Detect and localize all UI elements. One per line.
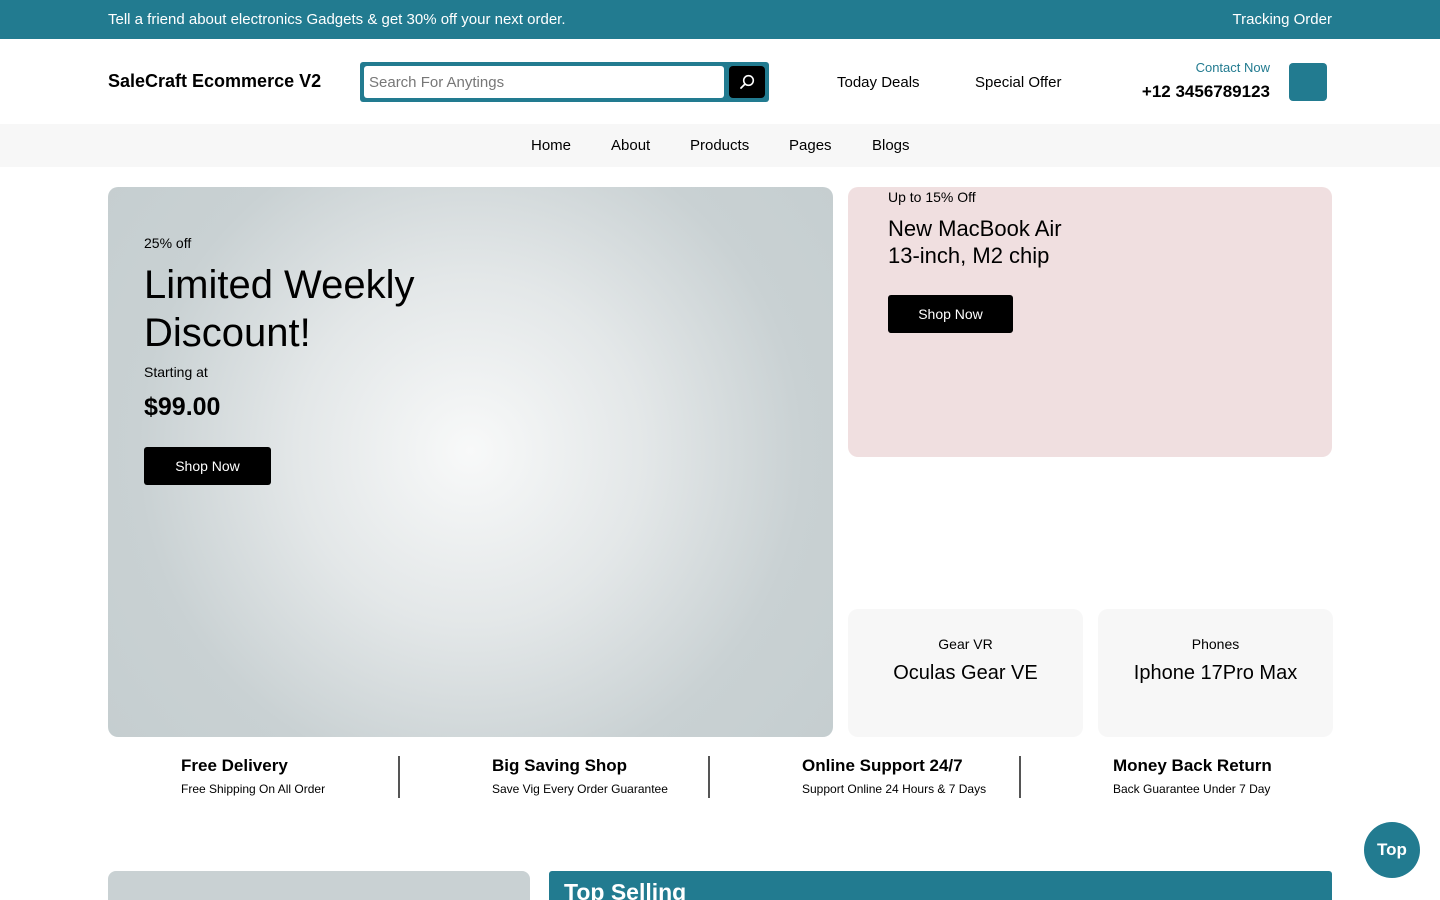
contact-label: Contact Now (1195, 60, 1270, 75)
hero-banner: 25% off Limited Weekly Discount! Startin… (108, 187, 833, 737)
product-name: Oculas Gear VE (893, 662, 1038, 684)
special-offer-link[interactable]: Special Offer (975, 74, 1061, 91)
feature-subtitle: Free Shipping On All Order (181, 782, 326, 796)
promo-title: New MacBook Air 13-inch, M2 chip (888, 215, 1062, 269)
scroll-top-button[interactable]: Top (1364, 822, 1420, 878)
hero-starting-label: Starting at (144, 364, 208, 380)
today-deals-link[interactable]: Today Deals (837, 74, 920, 91)
hero-shop-now-button[interactable]: Shop Now (144, 447, 271, 485)
hero-discount: 25% off (144, 235, 192, 251)
product-category: Gear VR (938, 636, 993, 652)
feature-online-support: Online Support 24/7 Support Online 24 Ho… (802, 756, 986, 798)
search-input[interactable] (364, 66, 724, 98)
product-name: Iphone 17Pro Max (1133, 662, 1298, 684)
bottom-banner (108, 871, 530, 900)
hero-price: $99.00 (144, 393, 221, 421)
promo-shop-now-button[interactable]: Shop Now (888, 295, 1013, 333)
product-card-phones[interactable]: Phones Iphone 17Pro Max (1098, 609, 1333, 737)
nav-item-about[interactable]: About (611, 137, 650, 154)
feature-title: Money Back Return (1113, 756, 1272, 775)
feature-divider (398, 756, 400, 798)
top-selling-title: Top Selling (564, 879, 687, 900)
site-header: SaleCraft Ecommerce V2 Today Deals Speci… (0, 39, 1440, 124)
hero-title: Limited Weekly Discount! (144, 263, 415, 355)
nav-item-products[interactable]: Products (690, 137, 749, 154)
product-card-gear-vr[interactable]: Gear VR Oculas Gear VE (848, 609, 1083, 737)
promo-text: Tell a friend about electronics Gadgets … (108, 11, 566, 28)
search-button[interactable] (729, 66, 765, 98)
feature-divider (1019, 756, 1021, 798)
nav-item-pages[interactable]: Pages (789, 137, 832, 154)
cart-button[interactable] (1289, 63, 1327, 101)
search-bar (360, 62, 769, 102)
feature-subtitle: Back Guarantee Under 7 Day (1113, 782, 1271, 796)
promo-title-line-1: New MacBook Air (888, 216, 1062, 241)
promo-title-line-2: 13-inch, M2 chip (888, 243, 1050, 268)
feature-title: Big Saving Shop (492, 756, 628, 775)
product-category: Phones (1191, 636, 1240, 652)
macbook-promo-card[interactable]: Up to 15% Off New MacBook Air 13-inch, M… (848, 187, 1332, 457)
site-logo[interactable]: SaleCraft Ecommerce V2 (108, 71, 321, 92)
feature-free-delivery: Free Delivery Free Shipping On All Order (181, 756, 325, 798)
promo-discount: Up to 15% Off (888, 189, 976, 205)
feature-title: Online Support 24/7 (802, 756, 963, 775)
contact-phone[interactable]: +12 3456789123 (1142, 82, 1270, 102)
feature-title: Free Delivery (181, 756, 288, 775)
announcement-bar: Tell a friend about electronics Gadgets … (0, 0, 1440, 39)
main-nav: Home About Products Pages Blogs (0, 124, 1440, 167)
feature-divider (708, 756, 710, 798)
search-icon (740, 74, 755, 89)
feature-subtitle: Save Vig Every Order Guarantee (492, 782, 668, 796)
feature-money-back: Money Back Return Back Guarantee Under 7… (1113, 756, 1272, 798)
feature-big-saving: Big Saving Shop Save Vig Every Order Gua… (492, 756, 668, 798)
top-selling-header: Top Selling (549, 871, 1332, 900)
nav-item-blogs[interactable]: Blogs (872, 137, 910, 154)
tracking-order-link[interactable]: Tracking Order (1233, 11, 1332, 28)
feature-subtitle: Support Online 24 Hours & 7 Days (802, 782, 987, 796)
nav-item-home[interactable]: Home (531, 137, 571, 154)
